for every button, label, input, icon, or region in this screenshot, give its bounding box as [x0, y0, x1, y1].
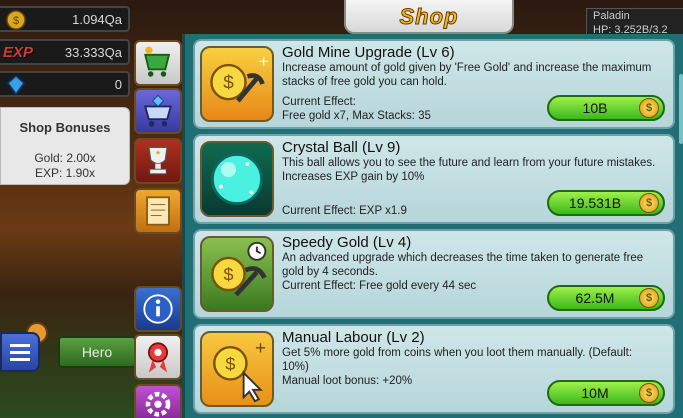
- settings-tab[interactable]: [134, 384, 182, 418]
- gem-shop-tab[interactable]: [134, 88, 182, 134]
- exp-bonus: EXP: 1.90x: [34, 166, 96, 180]
- info-tab[interactable]: [134, 286, 182, 332]
- gold-coin-icon: $: [639, 288, 659, 308]
- buy-button[interactable]: 10M $: [547, 380, 665, 406]
- item-description: Increase amount of gold given by 'Free G…: [282, 62, 652, 88]
- gold-counter: $ 1.094Qa: [0, 6, 130, 32]
- svg-text:$: $: [223, 73, 234, 94]
- buy-button[interactable]: 10B $: [547, 95, 665, 121]
- svg-text:$: $: [223, 265, 233, 285]
- list-icon: [10, 344, 30, 361]
- shop-panel: $ + Gold Mine Upgrade (Lv 6) Increase am…: [182, 34, 683, 418]
- scroll-icon: [146, 196, 170, 226]
- menu-list-button[interactable]: [0, 332, 40, 372]
- gem-counter: 0: [0, 71, 130, 97]
- item-name: Speedy Gold (Lv 4): [282, 234, 412, 251]
- svg-text:+: +: [255, 338, 266, 359]
- gold-coin-icon: $: [639, 98, 659, 118]
- quests-tab[interactable]: [134, 188, 182, 234]
- game-screen: $ 1.094Qa EXP 33.333Qa 0 Shop Bonuses Go…: [0, 0, 683, 418]
- gems-value: 0: [114, 77, 122, 92]
- shop-item-speedy-gold: $ Speedy Gold (Lv 4) An advanced upgrade…: [193, 229, 675, 319]
- item-name: Crystal Ball (Lv 9): [282, 139, 401, 156]
- shopping-cart-icon: [144, 46, 171, 77]
- item-price: 10B: [582, 100, 608, 116]
- trophy-tab[interactable]: [134, 138, 182, 184]
- ribbon-icon: [147, 342, 169, 373]
- buy-button[interactable]: 19.531B $: [547, 190, 665, 216]
- scrollbar[interactable]: [679, 74, 683, 144]
- gold-coin-icon: $: [639, 193, 659, 213]
- item-effect: Free gold x7, Max Stacks: 35: [282, 110, 431, 122]
- gem-cart-icon: [144, 94, 172, 127]
- shop-bonuses-panel: Shop Bonuses Gold: 2.00x EXP: 1.90x: [0, 107, 130, 185]
- shop-item-crystal-ball: Crystal Ball (Lv 9) This ball allows you…: [193, 134, 675, 224]
- gold-bonus: Gold: 2.00x: [34, 151, 96, 165]
- enemy-name: Paladin: [593, 10, 630, 22]
- shop-item-gold-mine: $ + Gold Mine Upgrade (Lv 6) Increase am…: [193, 39, 675, 129]
- buy-button[interactable]: 62.5M $: [547, 285, 665, 311]
- gem-icon: [6, 75, 26, 96]
- gear-icon: [145, 391, 171, 417]
- gold-coin-icon: $: [6, 10, 26, 30]
- shop-title-banner: Shop: [344, 0, 514, 34]
- gold-coin-icon: $: [639, 383, 659, 403]
- crystal-ball-icon: [200, 141, 274, 217]
- svg-text:$: $: [13, 15, 19, 27]
- gold-mine-icon: $ +: [200, 46, 274, 122]
- item-effect: Current Effect: Free gold every 44 sec: [282, 280, 477, 292]
- item-description: This ball allows you to see the future a…: [282, 157, 656, 183]
- exp-value: 33.333Qa: [64, 45, 122, 60]
- item-effect: Current Effect: EXP x1.9: [282, 205, 407, 217]
- item-name: Gold Mine Upgrade (Lv 6): [282, 44, 455, 61]
- item-price: 62.5M: [575, 290, 615, 306]
- item-price: 19.531B: [568, 195, 622, 211]
- speedy-gold-icon: $: [200, 236, 274, 312]
- gold-value: 1.094Qa: [72, 12, 122, 27]
- trophy-icon: [148, 146, 168, 175]
- shop-cart-tab[interactable]: [134, 40, 182, 86]
- shop-item-manual-labour: $ + Manual Labour (Lv 2) Get 5% more gol…: [193, 324, 675, 414]
- item-description: Get 5% more gold from coins when you loo…: [282, 347, 633, 373]
- item-effect-label: Current Effect:: [282, 96, 356, 108]
- info-icon: [143, 294, 173, 324]
- item-description: An advanced upgrade which decreases the …: [282, 252, 644, 278]
- ribbon-tab[interactable]: [134, 334, 182, 380]
- item-effect: Manual loot bonus: +20%: [282, 375, 413, 387]
- svg-text:$: $: [225, 354, 235, 374]
- exp-label: EXP: [3, 44, 34, 61]
- page-title: Shop: [399, 4, 459, 30]
- exp-counter: EXP 33.333Qa: [0, 39, 130, 65]
- manual-labour-icon: $ +: [200, 331, 274, 407]
- shop-bonuses-title: Shop Bonuses: [19, 120, 111, 135]
- item-name: Manual Labour (Lv 2): [282, 329, 425, 346]
- item-price: 10M: [581, 385, 609, 401]
- hero-button[interactable]: Hero: [58, 336, 136, 368]
- svg-text:+: +: [259, 52, 269, 71]
